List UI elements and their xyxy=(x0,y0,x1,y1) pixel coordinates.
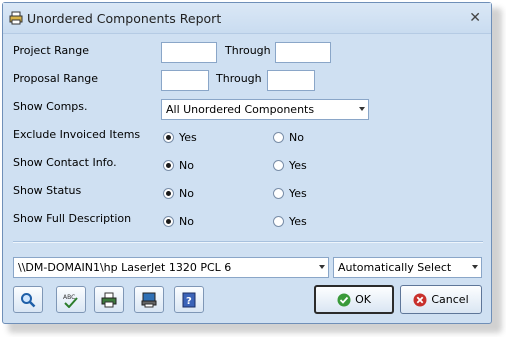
radio-label: Yes xyxy=(289,159,307,172)
show-comps-label: Show Comps. xyxy=(13,100,88,113)
help-icon: ? xyxy=(182,292,196,307)
show-comps-value: All Unordered Components xyxy=(166,103,315,116)
project-through-label: Through xyxy=(225,44,271,57)
project-range-from-input[interactable] xyxy=(161,42,217,63)
printer-select[interactable]: \\DM-DOMAIN1\hp LaserJet 1320 PCL 6 xyxy=(13,257,329,278)
cancel-button[interactable]: Cancel xyxy=(400,285,482,314)
ok-button[interactable]: OK xyxy=(314,285,394,314)
chevron-down-icon xyxy=(472,265,478,269)
exclude-invoiced-label: Exclude Invoiced Items xyxy=(13,128,141,141)
show-full-desc-yes-radio[interactable]: Yes xyxy=(273,215,307,228)
spell-check-icon: ABC xyxy=(63,294,78,308)
radio-unchecked-icon xyxy=(273,160,284,171)
printer-icon xyxy=(9,11,23,25)
show-status-label: Show Status xyxy=(13,184,82,197)
check-circle-icon xyxy=(337,293,351,306)
proposal-range-label: Proposal Range xyxy=(13,72,99,85)
radio-checked-icon xyxy=(163,188,174,199)
proposal-range-to-input[interactable] xyxy=(267,70,315,91)
radio-label: No xyxy=(179,187,194,200)
close-icon[interactable]: ✕ xyxy=(469,10,481,26)
cancel-circle-icon xyxy=(413,293,427,306)
divider xyxy=(13,241,483,243)
radio-label: No xyxy=(179,159,194,172)
project-range-label: Project Range xyxy=(13,44,89,57)
show-contact-yes-radio[interactable]: Yes xyxy=(273,159,307,172)
title-bar[interactable]: Unordered Components Report ✕ xyxy=(3,3,491,34)
show-contact-no-radio[interactable]: No xyxy=(163,159,194,172)
exclude-invoiced-yes-radio[interactable]: Yes xyxy=(163,131,197,144)
svg-text:ABC: ABC xyxy=(63,294,75,301)
chevron-down-icon xyxy=(359,107,365,111)
show-status-yes-radio[interactable]: Yes xyxy=(273,187,307,200)
radio-checked-icon xyxy=(163,216,174,227)
screen-printer-icon xyxy=(141,292,157,307)
radio-unchecked-icon xyxy=(273,132,284,143)
printer-value: \\DM-DOMAIN1\hp LaserJet 1320 PCL 6 xyxy=(18,261,232,274)
proposal-range-from-input[interactable] xyxy=(161,70,209,91)
project-range-to-input[interactable] xyxy=(275,42,331,63)
report-dialog: Unordered Components Report ✕ Project Ra… xyxy=(2,2,492,324)
export-button[interactable] xyxy=(134,286,164,313)
show-contact-label: Show Contact Info. xyxy=(13,156,117,169)
radio-label: No xyxy=(289,131,304,144)
exclude-invoiced-no-radio[interactable]: No xyxy=(273,131,304,144)
radio-label: Yes xyxy=(289,215,307,228)
tray-value: Automatically Select xyxy=(338,261,452,274)
spell-check-button[interactable]: ABC xyxy=(56,286,86,313)
magnifier-icon xyxy=(21,292,36,307)
radio-checked-icon xyxy=(163,132,174,143)
radio-label: Yes xyxy=(289,187,307,200)
tray-select[interactable]: Automatically Select xyxy=(333,257,482,278)
show-comps-select[interactable]: All Unordered Components xyxy=(161,99,369,120)
preview-button[interactable] xyxy=(13,286,43,313)
print-setup-button[interactable] xyxy=(94,286,124,313)
radio-unchecked-icon xyxy=(273,188,284,199)
cancel-label: Cancel xyxy=(431,293,469,306)
show-status-no-radio[interactable]: No xyxy=(163,187,194,200)
radio-label: Yes xyxy=(179,131,197,144)
printer-icon xyxy=(101,292,117,307)
chevron-down-icon xyxy=(319,265,325,269)
radio-label: No xyxy=(179,215,194,228)
ok-label: OK xyxy=(355,293,371,306)
show-full-desc-no-radio[interactable]: No xyxy=(163,215,194,228)
window-title: Unordered Components Report xyxy=(27,11,222,26)
help-button[interactable]: ? xyxy=(174,286,204,313)
show-full-desc-label: Show Full Description xyxy=(13,212,132,225)
proposal-through-label: Through xyxy=(216,72,262,85)
svg-text:?: ? xyxy=(186,296,192,307)
radio-checked-icon xyxy=(163,160,174,171)
radio-unchecked-icon xyxy=(273,216,284,227)
